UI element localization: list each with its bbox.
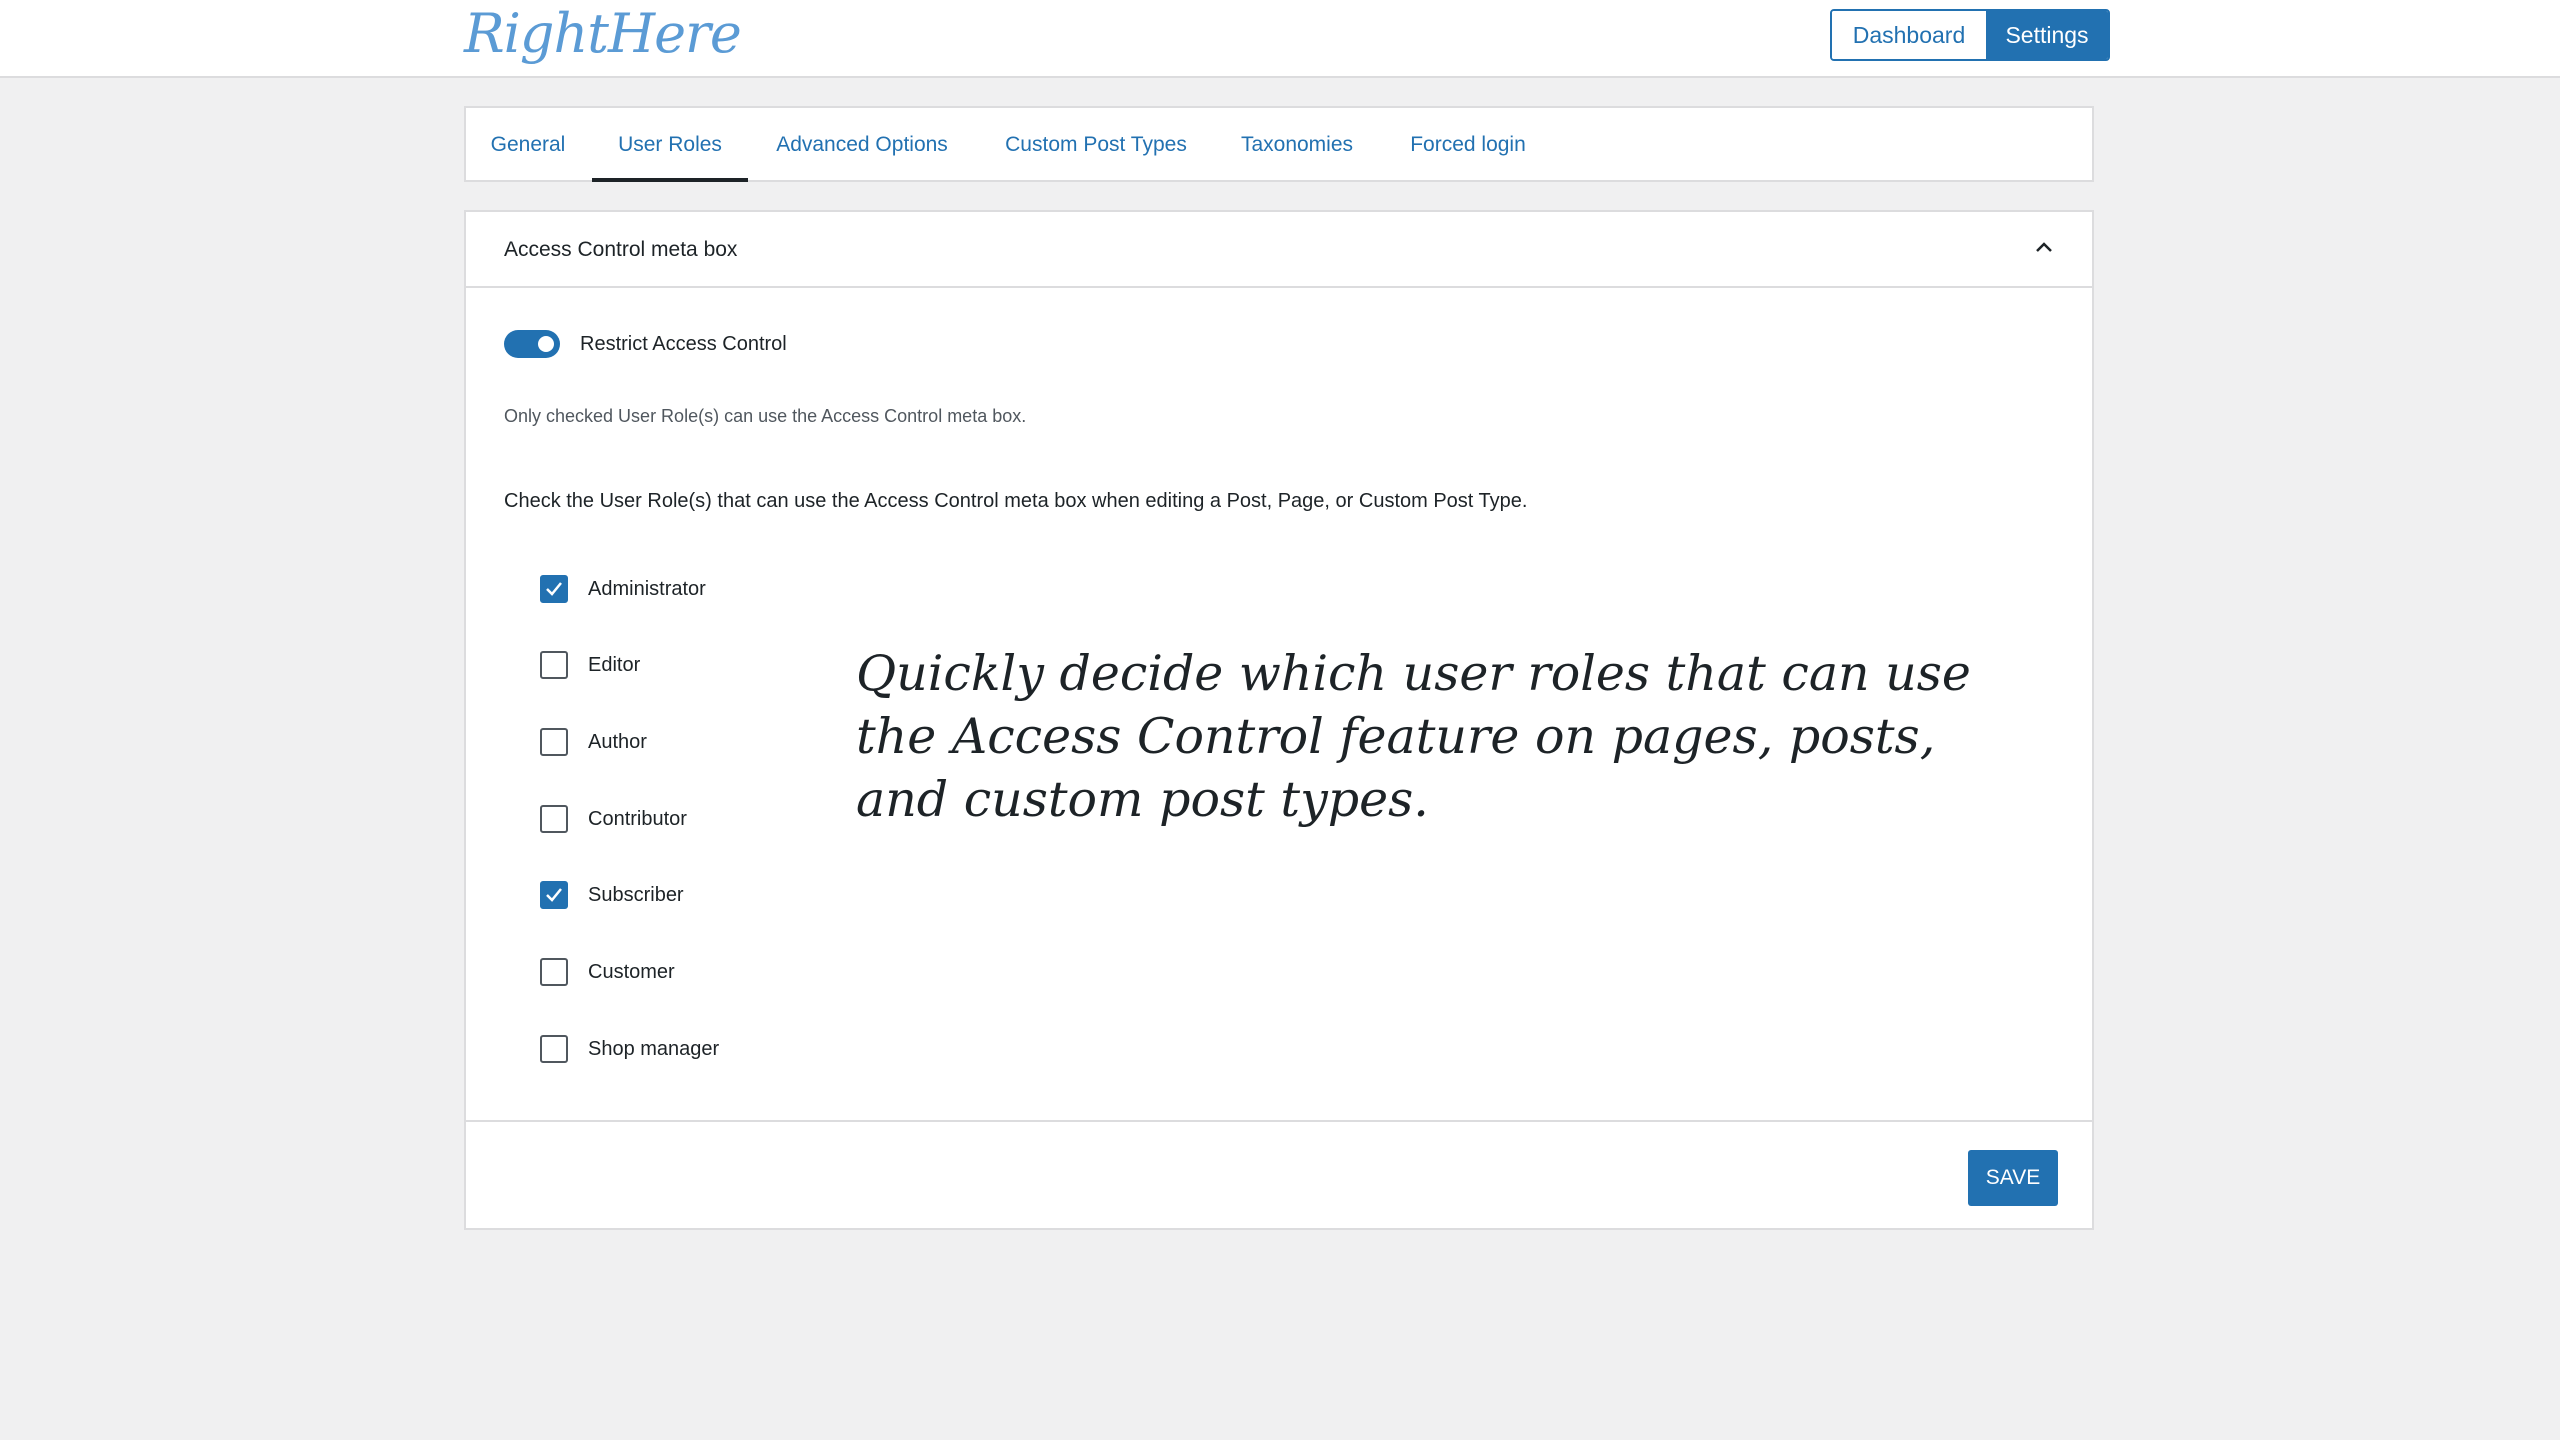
role-label: Subscriber	[588, 883, 684, 906]
tab-forced-login[interactable]: Forced login	[1398, 108, 1538, 182]
restrict-access-toggle[interactable]	[504, 330, 560, 358]
help-text: Only checked User Role(s) can use the Ac…	[504, 406, 1027, 426]
instruction-text: Check the User Role(s) that can use the …	[504, 490, 1528, 512]
panel-title: Access Control meta box	[504, 238, 738, 261]
settings-button[interactable]: Settings	[1986, 11, 2108, 59]
top-bar: RightHere Dashboard Settings	[0, 0, 2560, 78]
restrict-access-label: Restrict Access Control	[580, 333, 787, 355]
role-label: Editor	[588, 653, 641, 676]
role-checkbox-customer[interactable]: Customer	[540, 955, 675, 989]
dashboard-button[interactable]: Dashboard	[1832, 11, 1986, 59]
role-checkbox-subscriber[interactable]: Subscriber	[540, 878, 684, 912]
checkbox[interactable]	[540, 651, 568, 679]
tab-bar: General User Roles Advanced Options Cust…	[464, 106, 2094, 182]
checkbox[interactable]	[540, 1035, 568, 1063]
tab-taxonomies[interactable]: Taxonomies	[1232, 108, 1362, 182]
role-checkbox-administrator[interactable]: Administrator	[540, 572, 706, 606]
role-checkbox-author[interactable]: Author	[540, 725, 647, 759]
role-checkbox-shop-manager[interactable]: Shop manager	[540, 1032, 719, 1066]
role-label: Author	[588, 730, 647, 753]
checkbox[interactable]	[540, 881, 568, 909]
tab-advanced-options[interactable]: Advanced Options	[769, 108, 955, 182]
checkbox[interactable]	[540, 575, 568, 603]
role-label: Shop manager	[588, 1037, 720, 1060]
handwritten-annotation: Quickly decide which user roles that can…	[856, 645, 1971, 828]
save-button[interactable]: SAVE	[1968, 1150, 2058, 1206]
role-label: Administrator	[588, 577, 706, 600]
role-checkbox-contributor[interactable]: Contributor	[540, 802, 687, 836]
role-label: Contributor	[588, 807, 687, 830]
checkbox[interactable]	[540, 728, 568, 756]
chevron-up-icon[interactable]	[2032, 236, 2056, 260]
checkbox[interactable]	[540, 958, 568, 986]
app-logo: RightHere	[464, 2, 742, 65]
checkbox[interactable]	[540, 805, 568, 833]
role-label: Customer	[588, 960, 675, 983]
top-button-group: Dashboard Settings	[1830, 9, 2110, 61]
divider	[466, 1120, 2092, 1122]
tab-custom-post-types[interactable]: Custom Post Types	[996, 108, 1196, 182]
panel-header: Access Control meta box	[466, 212, 2092, 288]
role-checkbox-editor[interactable]: Editor	[540, 648, 640, 682]
tab-user-roles[interactable]: User Roles	[592, 108, 748, 182]
tab-general[interactable]: General	[488, 108, 568, 182]
